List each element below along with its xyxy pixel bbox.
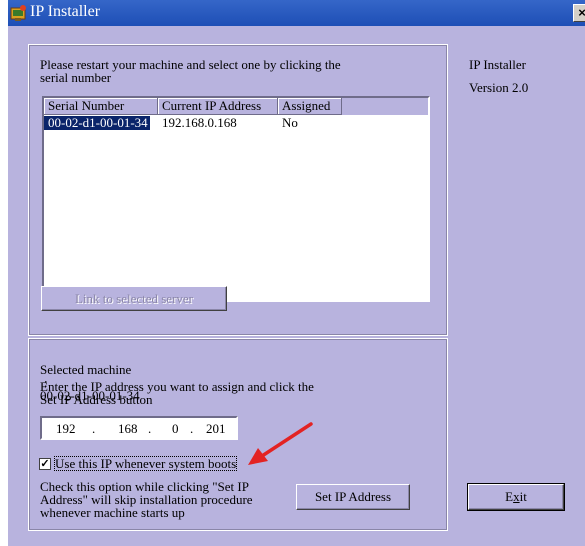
exit-label-suffix: it bbox=[519, 489, 527, 504]
ip-octet-4[interactable]: 201 bbox=[206, 421, 226, 437]
device-list[interactable]: Serial Number Current IP Address Assigne… bbox=[42, 96, 430, 302]
device-serial[interactable]: 00-02-d1-00-01-34 bbox=[44, 116, 150, 130]
about-version: Version 2.0 bbox=[469, 80, 529, 95]
annotation-arrow-icon bbox=[248, 422, 313, 465]
ip-dot-3: . bbox=[190, 421, 194, 436]
about-app-name: IP Installer bbox=[469, 57, 526, 72]
ip-octet-2[interactable]: 168 bbox=[118, 421, 138, 437]
column-assigned[interactable]: Assigned bbox=[278, 98, 342, 115]
boot-option-label[interactable]: Use this IP whenever system boots bbox=[53, 456, 238, 471]
boot-option-checkbox[interactable]: ✓ bbox=[39, 458, 51, 470]
selected-machine-caption: Selected machine bbox=[40, 362, 132, 377]
ip-address-input[interactable]: 192 . 168 . 0 . 201 bbox=[40, 416, 238, 440]
exit-label-prefix: E bbox=[505, 489, 514, 504]
window-title: IP Installer bbox=[30, 3, 101, 20]
ip-octet-3[interactable]: 0 bbox=[172, 421, 179, 437]
close-icon: × bbox=[578, 5, 585, 20]
exit-button[interactable]: Exit bbox=[467, 483, 565, 511]
link-to-server-button[interactable]: Link to selected server bbox=[41, 286, 227, 311]
ip-octet-1[interactable]: 192 bbox=[56, 421, 76, 437]
device-assigned: No bbox=[282, 115, 298, 130]
boot-option-hint: Check this option while clicking "Set IP… bbox=[40, 479, 253, 520]
device-row[interactable]: 00-02-d1-00-01-34 192.168.0.168 No bbox=[44, 116, 428, 131]
checkmark-icon: ✓ bbox=[40, 458, 50, 470]
device-list-header: Serial Number Current IP Address Assigne… bbox=[44, 98, 428, 115]
column-current-ip[interactable]: Current IP Address bbox=[158, 98, 278, 115]
assign-instruction: Enter the IP address you want to assign … bbox=[40, 379, 314, 407]
device-current-ip: 192.168.0.168 bbox=[162, 115, 237, 130]
dialog-client-area: Please restart your machine and select o… bbox=[8, 26, 585, 546]
close-button[interactable]: × bbox=[573, 4, 585, 22]
column-serial-number[interactable]: Serial Number bbox=[44, 98, 158, 115]
ip-dot-2: . bbox=[148, 421, 152, 436]
ip-dot-1: . bbox=[92, 421, 96, 436]
ip-installer-window: IP Installer × Please restart your machi… bbox=[8, 0, 585, 546]
title-bar[interactable]: IP Installer × bbox=[8, 0, 585, 26]
app-icon bbox=[10, 5, 26, 21]
set-ip-address-button[interactable]: Set IP Address bbox=[296, 484, 410, 510]
restart-instruction: Please restart your machine and select o… bbox=[40, 57, 341, 85]
